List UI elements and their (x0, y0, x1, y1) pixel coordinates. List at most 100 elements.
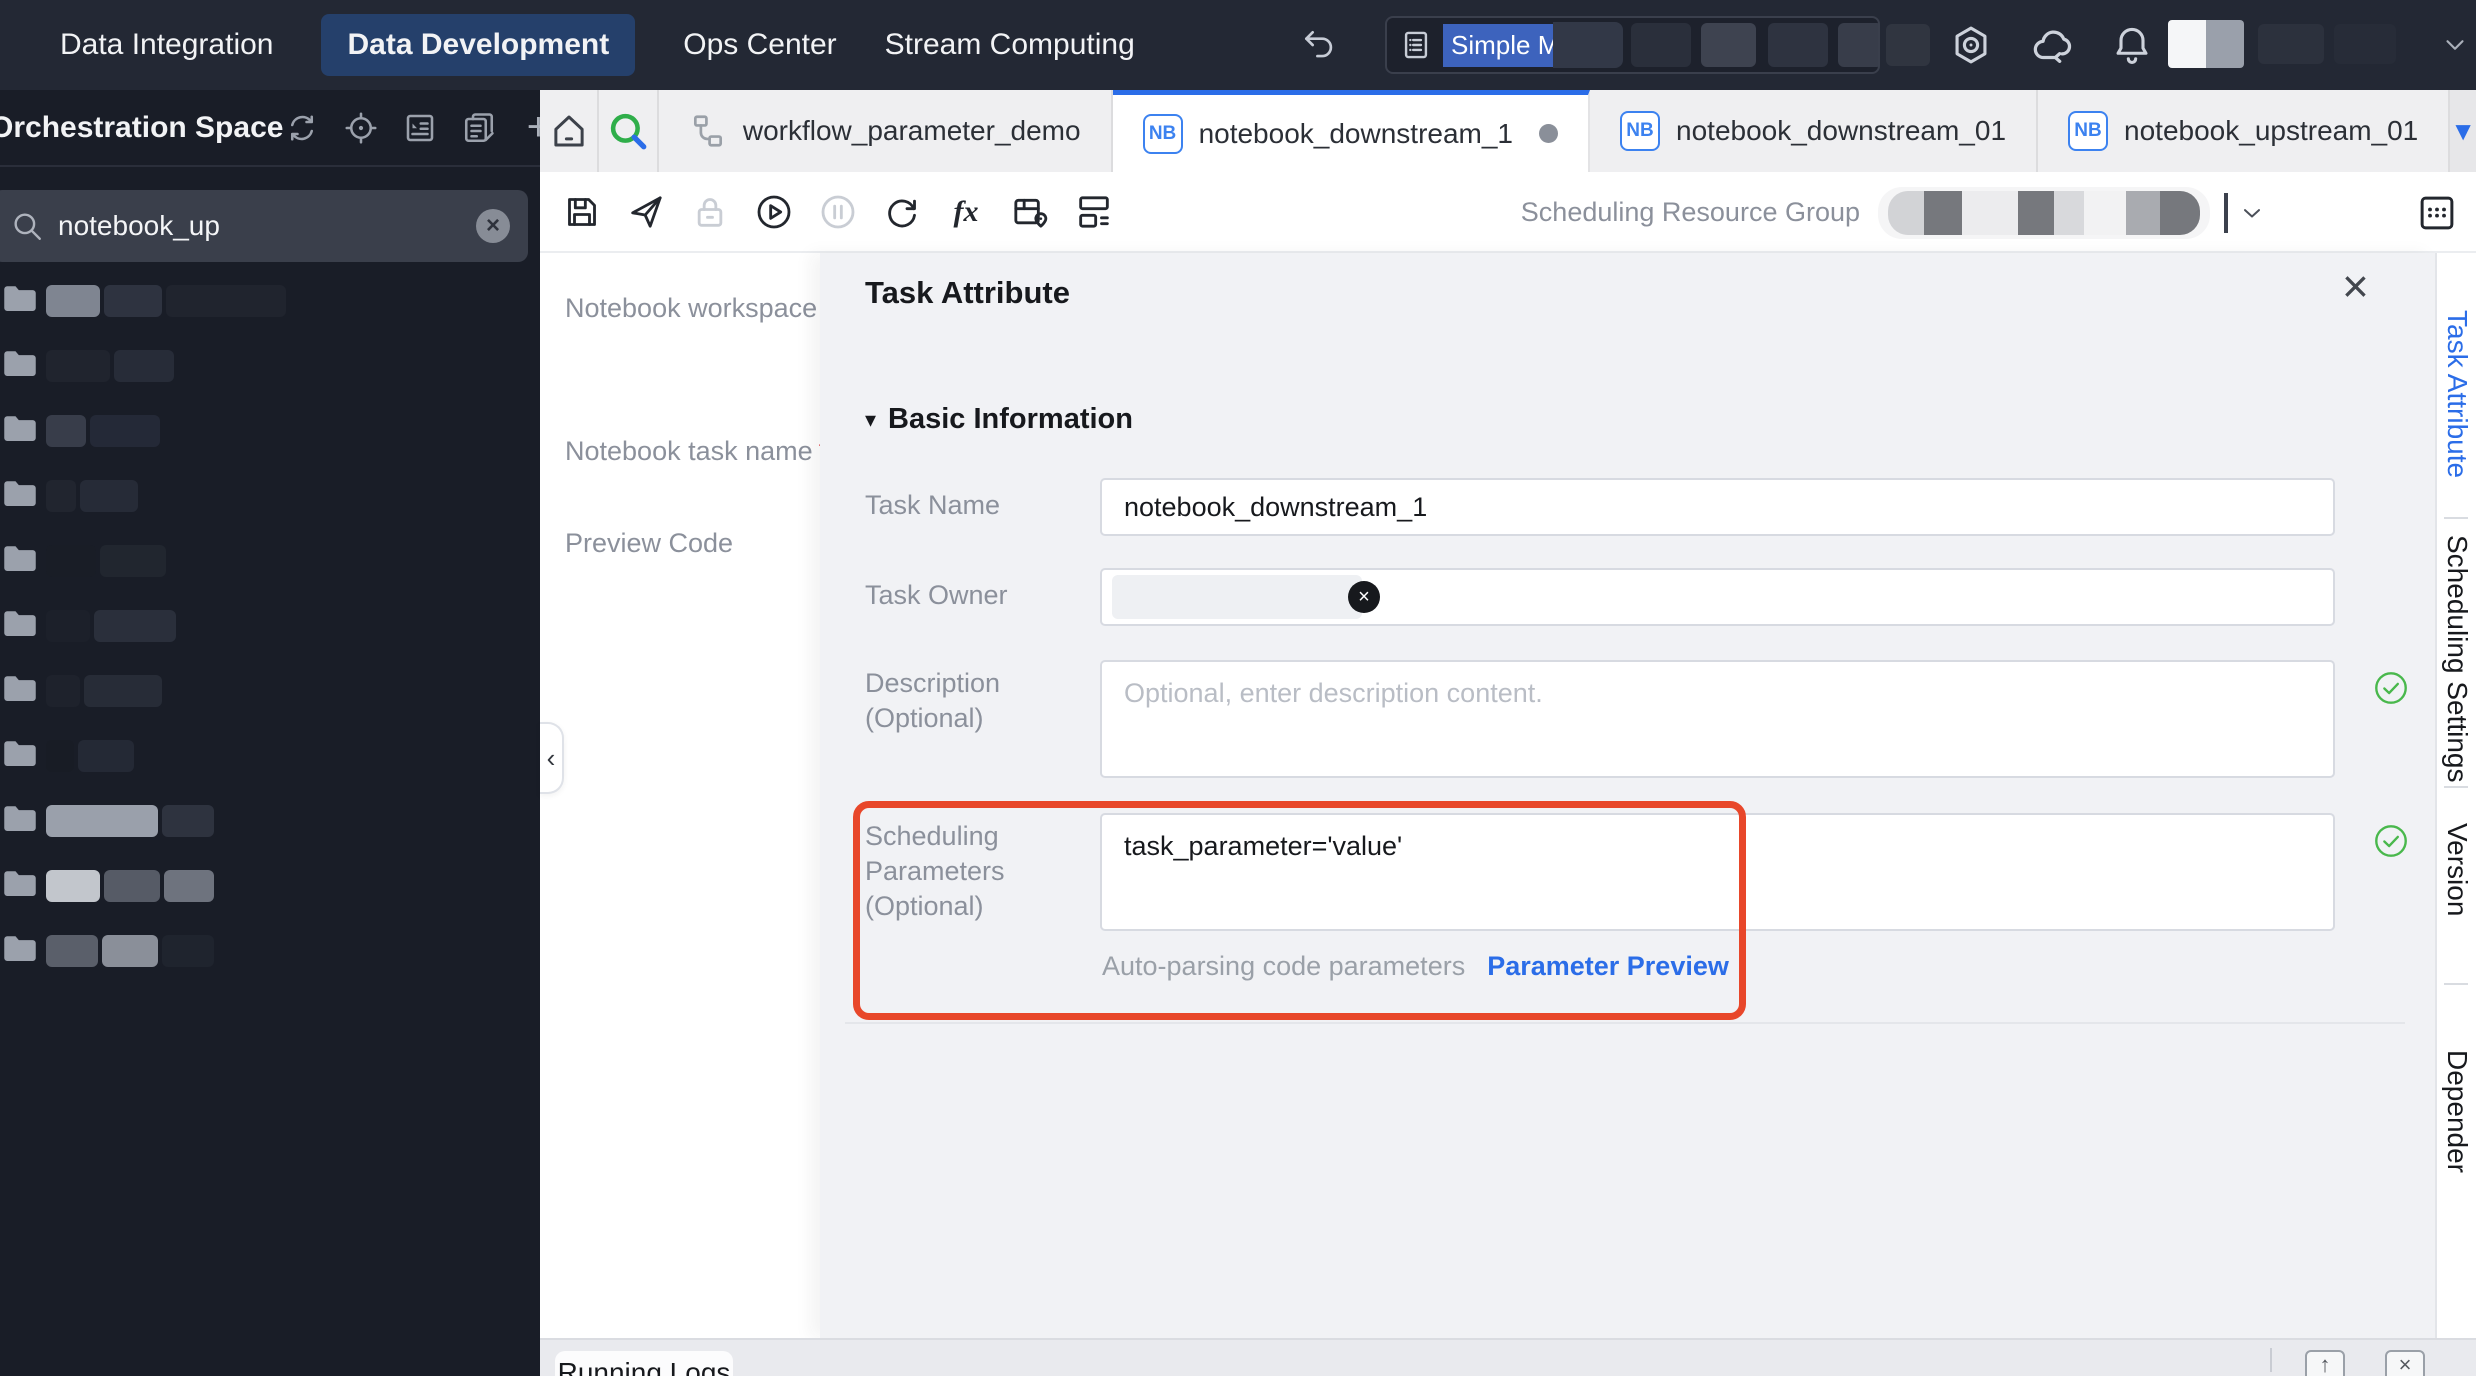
tree-item[interactable] (0, 479, 540, 513)
right-tab-scheduling-settings[interactable]: Scheduling Settings (2441, 535, 2473, 783)
tab-list-caret-icon[interactable]: ▼ (2450, 116, 2476, 147)
close-panel-button[interactable]: × (2385, 1350, 2425, 1376)
platform-gear-icon[interactable] (1949, 23, 1993, 67)
task-name-input[interactable] (1100, 478, 2335, 536)
parameter-helper-row: Auto-parsing code parameters Parameter P… (1102, 951, 1729, 982)
description-label: Description (Optional) (865, 668, 1001, 733)
nav-item-stream-computing[interactable]: Stream Computing (885, 28, 1135, 62)
tree-item[interactable] (0, 934, 540, 968)
folder-icon (2, 479, 38, 514)
workflow-icon (689, 112, 727, 150)
tab-overflow-area: ▼ (2450, 90, 2476, 172)
scheduling-resource-group[interactable]: Scheduling Resource Group (1521, 172, 2266, 253)
tab-label: notebook_upstream_01 (2124, 115, 2419, 146)
sidebar-search[interactable]: × (0, 190, 528, 262)
main-area: workflow_parameter_demo NB notebook_down… (540, 90, 2476, 1376)
resource-group-label: Scheduling Resource Group (1520, 197, 1860, 227)
basic-information-section-header[interactable]: ▾ Basic Information (865, 403, 1133, 436)
refresh-icon[interactable] (283, 109, 321, 147)
home-tab[interactable] (540, 90, 600, 172)
locate-icon[interactable] (342, 109, 380, 147)
tree-item[interactable] (0, 609, 540, 643)
sidebar-search-input[interactable] (58, 210, 476, 242)
search-icon (10, 209, 44, 243)
panel-grid-icon[interactable] (2416, 192, 2458, 234)
redacted-text (1631, 23, 1692, 67)
close-icon[interactable]: × (2342, 263, 2369, 309)
nav-item-data-development[interactable]: Data Development (321, 14, 636, 76)
undo-icon[interactable] (1300, 26, 1338, 64)
folder-icon (2, 609, 38, 644)
divider (2444, 517, 2468, 519)
nav-item-data-integration[interactable]: Data Integration (60, 28, 273, 62)
right-tab-dependencies[interactable]: Depender (2441, 1050, 2473, 1173)
nav-item-ops-center[interactable]: Ops Center (683, 28, 836, 62)
notebook-badge: NB (1142, 113, 1183, 154)
sidebar-orchestration: Orchestration Space + notebook_up × (0, 90, 540, 1376)
document-panel-icon[interactable] (401, 109, 439, 147)
auto-parsing-label: Auto-parsing code parameters (1102, 951, 1466, 981)
cloud-icon[interactable] (2030, 23, 2076, 69)
scheduling-parameters-textarea[interactable]: task_parameter='value' (1100, 813, 2335, 931)
running-logs-tab[interactable]: Running Logs (555, 1351, 733, 1376)
tree-item[interactable] (0, 674, 540, 708)
tree-item[interactable] (0, 414, 540, 448)
copy-edit-icon[interactable] (460, 109, 498, 147)
parameter-preview-link[interactable]: Parameter Preview (1487, 951, 1729, 982)
divider (2444, 786, 2468, 788)
tree-item[interactable] (0, 739, 540, 773)
folder-icon (2, 544, 38, 579)
run-button[interactable] (752, 190, 796, 234)
tree-item[interactable] (0, 349, 540, 383)
submit-button[interactable] (624, 190, 668, 234)
tree-item[interactable] (0, 284, 540, 318)
resource-config-button[interactable] (1008, 190, 1052, 234)
folder-icon (2, 804, 38, 839)
layout-config-button[interactable] (1072, 190, 1116, 234)
task-owner-label: Task Owner (865, 580, 1008, 610)
tab-workflow-parameter-demo[interactable]: workflow_parameter_demo (659, 90, 1113, 172)
description-textarea[interactable] (1100, 660, 2335, 778)
clear-owner-icon[interactable]: × (1348, 581, 1380, 613)
folder-icon (2, 674, 38, 709)
redacted-text (2258, 24, 2324, 64)
tab-notebook-downstream-1[interactable]: NB notebook_downstream_1 (1112, 90, 1591, 172)
add-node-button[interactable]: + (519, 105, 540, 149)
notifications-bell-icon[interactable] (2110, 23, 2154, 67)
valid-check-icon (2372, 669, 2410, 707)
collapse-panel-button[interactable]: ‹ (540, 722, 564, 794)
chevron-down-icon (2238, 199, 2266, 227)
unsaved-dot-icon (1539, 124, 1559, 143)
right-tab-version[interactable]: Version (2441, 823, 2473, 916)
clear-search-icon[interactable]: × (476, 209, 510, 243)
chevron-down-icon[interactable] (2440, 30, 2470, 60)
notebook-workspace-label: Notebook workspace* (565, 293, 834, 324)
task-owner-input[interactable]: × (1100, 568, 2335, 626)
editor-toolbar: fx Scheduling Resource Group (540, 172, 2476, 253)
app-window: Data Integration Data Development Ops Ce… (0, 0, 2476, 1376)
tab-label: workflow_parameter_demo (742, 115, 1081, 146)
tab-notebook-upstream-01[interactable]: NB notebook_upstream_01 (2038, 90, 2451, 172)
right-tab-task-attribute[interactable]: Task Attribute (2441, 310, 2473, 478)
tree-item[interactable] (0, 869, 540, 903)
tab-notebook-downstream-01[interactable]: NB notebook_downstream_01 (1590, 90, 2039, 172)
redacted-text (1701, 23, 1757, 67)
folder-icon (2, 869, 38, 904)
tree-item[interactable] (0, 544, 540, 578)
expand-panel-button[interactable]: ↑ (2305, 1350, 2345, 1376)
avatar[interactable] (2168, 20, 2206, 68)
workspace-selector[interactable]: Simple M (1385, 16, 1880, 74)
parameters-fx-button[interactable]: fx (944, 190, 988, 234)
global-search-tab[interactable] (599, 90, 659, 172)
refresh-button[interactable] (880, 190, 924, 234)
panel-title: Task Attribute (865, 275, 1070, 310)
divider (2270, 1348, 2272, 1372)
task-attribute-panel: Task Attribute × ▾ Basic Information Tas… (820, 253, 2435, 1338)
section-title: Basic Information (888, 403, 1133, 435)
scheduling-parameters-label: Scheduling Parameters (Optional) (865, 821, 1005, 921)
tree-item[interactable] (0, 804, 540, 838)
tab-label: notebook_downstream_01 (1676, 115, 2007, 146)
save-button[interactable] (560, 190, 604, 234)
document-icon (1399, 28, 1433, 62)
notebook-task-name-label: Notebook task name* (565, 436, 829, 467)
